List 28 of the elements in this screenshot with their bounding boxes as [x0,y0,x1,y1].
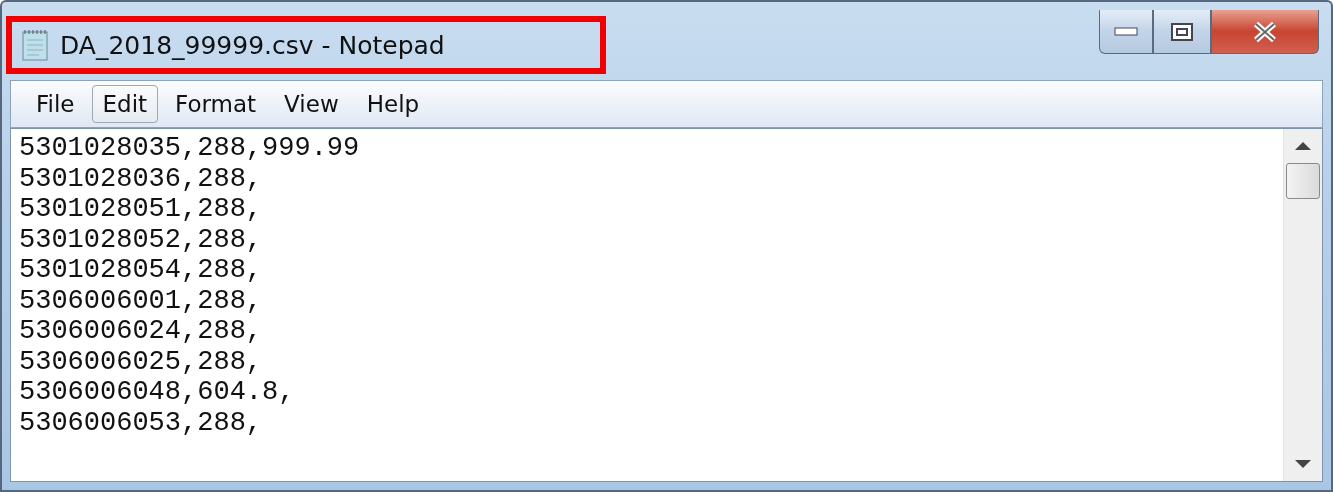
down-triangle-icon [1295,459,1311,469]
text-line: 5306006024,288, [19,316,264,347]
text-line: 5301028035,288,999.99 [19,133,361,164]
text-line: 5306006048,604.8, [19,377,296,408]
close-icon [1251,20,1279,43]
up-triangle-icon [1295,141,1311,151]
menu-item[interactable]: File [25,85,86,123]
maximize-button[interactable] [1153,10,1211,54]
text-line: 5306006025,288, [19,346,264,377]
text-editor[interactable]: 5301028035,288,999.99 5301028036,288, 5301028051,288, 5301028052,288, 5301028054,288, 5306006001,288, 5306006024,288, 5306006025,288, 5306006048,604.8, 5306006053,288, [10,128,1323,482]
close-button[interactable] [1211,10,1319,54]
minimize-button[interactable] [1099,10,1153,54]
window-title: DA_2018_99999.csv - Notepad [60,30,445,60]
menu-item[interactable]: View [273,85,350,123]
maximize-icon [1171,22,1193,41]
minimize-icon [1114,26,1138,37]
menu-item[interactable]: Format [164,85,268,123]
scrollbar-thumb[interactable] [1286,163,1320,199]
text-line: 5301028051,288, [19,194,264,225]
text-line: 5301028054,288, [19,255,264,286]
notepad-icon [20,28,50,62]
text-line: 5301028036,288, [19,163,264,194]
text-line: 5306006053,288, [19,407,264,438]
menu-item[interactable]: Edit [91,85,159,123]
text-line: 5301028052,288, [19,224,264,255]
text-line: 5306006001,288, [19,285,264,316]
scrollbar[interactable] [1283,129,1322,481]
menu-item[interactable]: Help [355,85,431,123]
